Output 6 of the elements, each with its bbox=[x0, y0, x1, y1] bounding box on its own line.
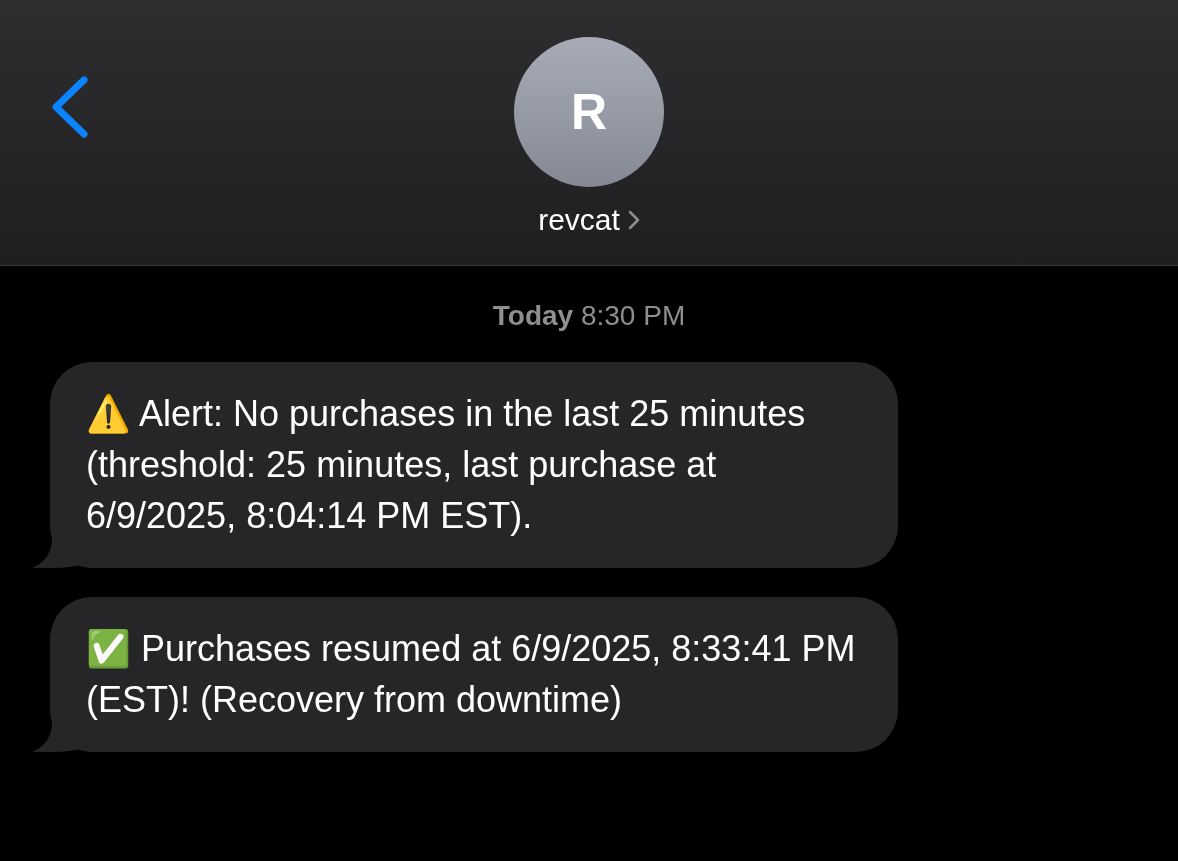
message-bubble: ✅ Purchases resumed at 6/9/2025, 8:33:41 PM (EST)! (Recovery from downtime) bbox=[50, 597, 898, 752]
contact-name[interactable]: revcat bbox=[538, 203, 620, 237]
chevron-icon[interactable] bbox=[627, 210, 640, 230]
message-bubble: ⚠ Alert: No purchases in the last 25 minutes (threshold: 25 minutes, last purchase at 6/9/2025, 8:04:14 PM EST). bbox=[50, 362, 898, 568]
message-timestamp: Today 8:30 PM bbox=[491, 300, 687, 332]
back-icon[interactable] bbox=[50, 76, 88, 138]
